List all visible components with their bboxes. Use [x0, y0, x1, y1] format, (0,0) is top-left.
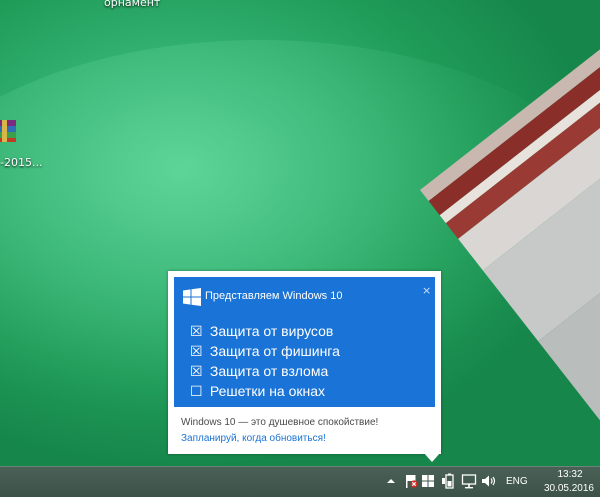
winrar-archive-icon[interactable]: [0, 118, 20, 144]
chevron-up-icon[interactable]: [385, 472, 397, 490]
windows-logo-icon: [183, 288, 201, 306]
windows-icon[interactable]: [421, 472, 435, 490]
schedule-upgrade-link[interactable]: Запланируй, когда обновиться!: [181, 433, 326, 444]
notification-banner: Представляем Windows 10 × ☒ Защита от ви…: [174, 277, 435, 407]
notification-message: Windows 10 — это душевное спокойствие!: [181, 417, 379, 428]
feature-item: ☐ Решетки на окнах: [190, 381, 340, 401]
checkbox-checked-icon: ☒: [190, 363, 203, 379]
feature-list: ☒ Защита от вирусов ☒ Защита от фишинга …: [190, 321, 340, 401]
notification-title: Представляем Windows 10: [205, 290, 343, 302]
checkbox-unchecked-icon: ☐: [190, 383, 203, 399]
desktop-icon-label[interactable]: орнамент: [104, 0, 160, 9]
feature-item: ☒ Защита от вирусов: [190, 321, 340, 341]
feature-label: Защита от вирусов: [209, 323, 334, 339]
checkbox-checked-icon: ☒: [190, 323, 203, 339]
feature-item: ☒ Защита от фишинга: [190, 341, 340, 361]
network-icon[interactable]: [461, 472, 477, 490]
checkbox-checked-icon: ☒: [190, 343, 203, 359]
close-icon[interactable]: ×: [422, 284, 431, 297]
clock-time[interactable]: 13:32: [546, 469, 594, 480]
notification-pointer: [423, 452, 441, 462]
battery-icon[interactable]: [441, 472, 457, 490]
feature-label: Решетки на окнах: [209, 383, 326, 399]
desktop-icon-label[interactable]: -2015...: [0, 156, 42, 169]
feature-item: ☒ Защита от взлома: [190, 361, 340, 381]
flag-error-icon[interactable]: [403, 472, 419, 490]
upgrade-notification[interactable]: Представляем Windows 10 × ☒ Защита от ви…: [168, 271, 441, 454]
feature-label: Защита от взлома: [209, 363, 329, 379]
clock-date[interactable]: 30.05.2016: [532, 483, 594, 494]
feature-label: Защита от фишинга: [209, 343, 340, 359]
volume-icon[interactable]: [481, 472, 497, 490]
input-language-indicator[interactable]: ENG: [506, 476, 528, 487]
